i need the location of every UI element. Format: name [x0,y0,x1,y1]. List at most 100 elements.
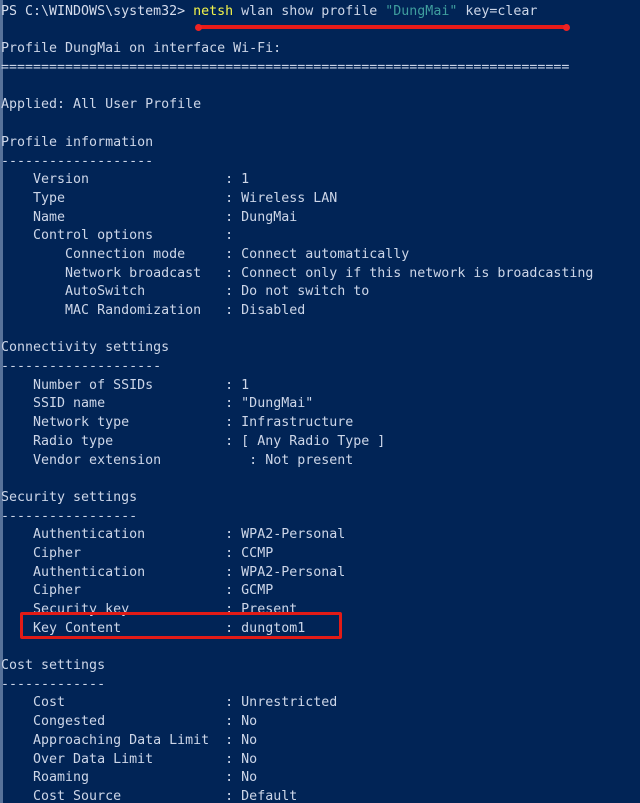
setting-row: Over Data Limit : No [0,751,640,770]
setting-value: No [233,770,257,785]
setting-separator: : [105,396,233,411]
setting-value: WPA2-Personal [233,527,345,542]
setting-separator: : [89,172,233,187]
setting-label: Authentication [1,527,145,542]
setting-label: SSID name [1,396,105,411]
setting-separator: : [129,415,233,430]
setting-value: No [233,714,257,729]
setting-label: Cost Source [1,789,121,803]
setting-label: Security key [1,602,129,617]
key-content-row: Key Content : dungtom1 [0,620,640,639]
setting-label: MAC Randomization [1,303,201,318]
setting-value: Present [233,602,297,617]
blank-line [0,638,640,657]
setting-separator: : [65,191,233,206]
setting-value: Default [233,789,297,803]
setting-separator: : [65,695,233,710]
setting-label: Cost [1,695,65,710]
setting-value: DungMai [233,210,297,225]
section-heading: Security settings [0,489,640,508]
setting-row: Radio type : [ Any Radio Type ] [0,433,640,452]
setting-separator: : [201,303,233,318]
setting-label: Connection mode [1,247,185,262]
blank-line [0,115,640,134]
setting-value: dungtom1 [233,621,305,636]
setting-row: Approaching Data Limit : No [0,732,640,751]
setting-row: SSID name : "DungMai" [0,395,640,414]
setting-label: Network type [1,415,129,430]
section-underline: ------------------- [0,153,640,172]
setting-value: Do not switch to [233,284,369,299]
setting-label: Radio type [1,434,113,449]
section-underline-text: ------------- [1,677,105,692]
setting-row: Cost : Unrestricted [0,694,640,713]
setting-row: Security key : Present [0,601,640,620]
command-name: netsh [193,4,233,19]
section-underline-text: ----------------- [1,509,137,524]
setting-value: 1 [233,378,249,393]
setting-separator: : [65,210,233,225]
setting-value: Wireless LAN [233,191,337,206]
setting-value: Connect only if this network is broadcas… [233,266,593,281]
applied-line: Applied: All User Profile [0,96,640,115]
setting-label: Approaching Data Limit [1,733,209,748]
command-args-post: key=clear [457,4,537,19]
setting-row: MAC Randomization : Disabled [0,302,640,321]
setting-label: Over Data Limit [1,752,153,767]
setting-separator: : [145,565,233,580]
setting-separator: : [121,789,233,803]
setting-separator: : [161,453,257,468]
setting-label: Cipher [1,546,81,561]
setting-row: Roaming : No [0,769,640,788]
setting-value: GCMP [233,583,273,598]
profile-header-title: Profile DungMai on interface Wi-Fi: [0,40,640,59]
header-rule-text: ========================================… [1,60,569,75]
setting-row: Name : DungMai [0,209,640,228]
header-rule: ========================================… [0,59,640,78]
setting-value: Infrastructure [233,415,353,430]
command-line: PS C:\WINDOWS\system32> netsh wlan show … [0,3,640,22]
setting-separator: : [153,228,233,243]
setting-row: Cost Source : Default [0,788,640,803]
setting-label: Name [1,210,65,225]
setting-label: AutoSwitch [1,284,145,299]
applied-text: Applied: All User Profile [1,97,201,112]
setting-value: CCMP [233,546,273,561]
setting-label: Type [1,191,65,206]
powershell-terminal[interactable]: PS C:\WINDOWS\system32> netsh wlan show … [0,0,640,803]
section-heading-text: Profile information [1,135,153,150]
section-underline: ------------- [0,676,640,695]
setting-label: Control options [1,228,153,243]
command-args-pre: wlan show profile [233,4,385,19]
setting-label: Version [1,172,89,187]
setting-label: Congested [1,714,105,729]
setting-row: Control options : [0,227,640,246]
setting-row: Vendor extension : Not present [0,452,640,471]
setting-row: Version : 1 [0,171,640,190]
setting-row: Cipher : CCMP [0,545,640,564]
setting-row: Congested : No [0,713,640,732]
setting-separator: : [121,621,233,636]
section-heading-text: Connectivity settings [1,340,169,355]
terminal-output: PS C:\WINDOWS\system32> netsh wlan show … [0,3,640,803]
setting-separator: : [145,284,233,299]
setting-separator: : [129,602,233,617]
prompt-path: PS C:\WINDOWS\system32> [1,4,193,19]
setting-label: Cipher [1,583,81,598]
section-underline-text: ------------------- [1,154,153,169]
setting-separator: : [105,714,233,729]
section-underline: ----------------- [0,508,640,527]
section-heading-text: Security settings [1,490,137,505]
blank-line [0,78,640,97]
setting-row: Cipher : GCMP [0,582,640,601]
setting-row: AutoSwitch : Do not switch to [0,283,640,302]
setting-value: Unrestricted [233,695,337,710]
section-heading: Profile information [0,134,640,153]
setting-label: Vendor extension [1,453,161,468]
setting-row: Connection mode : Connect automatically [0,246,640,265]
setting-separator: : [153,378,233,393]
setting-separator: : [153,752,233,767]
setting-separator: : [209,733,233,748]
setting-label: Key Content [1,621,121,636]
blank-line [0,22,640,41]
